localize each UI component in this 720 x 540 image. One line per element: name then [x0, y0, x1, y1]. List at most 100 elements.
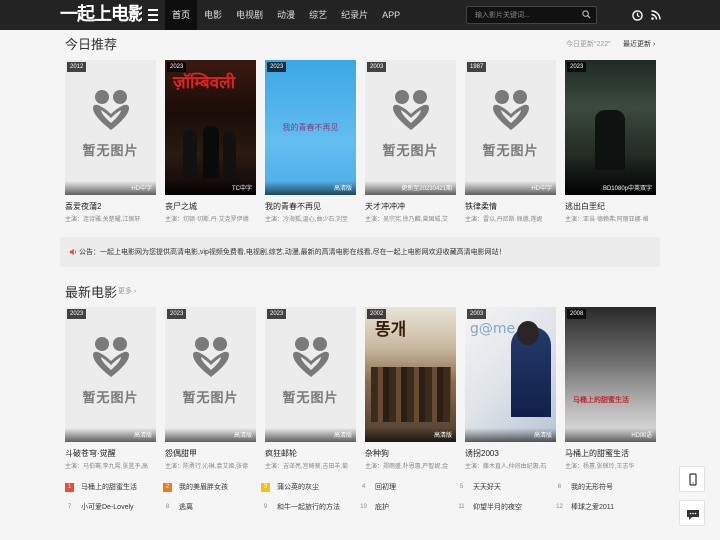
quality-badge: TC中字	[165, 181, 256, 195]
ranking-item[interactable]: 6 我的无形符号	[555, 482, 613, 494]
search-icon[interactable]	[582, 10, 591, 19]
movie-title[interactable]: 丧尸之城	[165, 201, 256, 212]
ranking-item[interactable]: 9 和牛一起旅行的方法	[261, 502, 340, 514]
nav-app[interactable]: APP	[375, 0, 407, 30]
movie-card[interactable]: 똥개 2002 高清版 杂种狗 主演：郑雨盛,朴恩惠,严智妮,金	[365, 307, 456, 470]
movie-cast: 主演：陈勇行,沁琳,袁艾姬,张德	[165, 464, 249, 470]
movie-card[interactable]: 暂无图片 2003 更新至20230421期 天才冲冲冲 主演：吴宗宪,徐乃麟,曾国城,…	[365, 60, 456, 223]
quality-badge: 更新至20230421期	[365, 181, 456, 195]
rank-number: 2	[163, 482, 172, 492]
quality-badge: 高清版	[365, 428, 456, 442]
quality-badge: 高清版	[465, 428, 556, 442]
ranking-item[interactable]: 5 天天好天	[457, 482, 501, 494]
no-image-label: 暂无图片	[82, 391, 139, 406]
more-link[interactable]: 更多 ›	[118, 286, 136, 296]
ranking-item[interactable]: 11 仰望半月的夜空	[457, 502, 522, 514]
rank-title[interactable]: 庇护	[375, 504, 389, 511]
movie-title[interactable]: 天才冲冲冲	[365, 201, 456, 212]
movie-cast: 主演：吉泽亮,宫崎葵,吉田羊,菊	[265, 464, 349, 470]
year-badge: 2023	[167, 309, 187, 319]
rank-title[interactable]: 蒲公英的灰尘	[277, 484, 319, 491]
movie-card[interactable]: g@me. 2003 高清版 诱拐2003 主演：藤木直人,仲间由纪惠,石	[465, 307, 556, 470]
search-box	[466, 6, 597, 24]
no-image-placeholder: 暂无图片	[265, 307, 356, 442]
movie-poster[interactable]: 暂无图片 2023 高清版	[265, 307, 356, 442]
recent-updates-link[interactable]: 最近更新 ›	[623, 39, 655, 49]
movie-card[interactable]: 我的青春不再见 2023 高清版 我的青春不再见 主演：冷海狐,温心,曲少石,刘至	[265, 60, 356, 223]
nav-documentary[interactable]: 纪录片	[334, 0, 375, 30]
quality-badge: HD中字	[65, 181, 156, 195]
movie-title[interactable]: 我的青春不再见	[265, 201, 356, 212]
hamburger-menu-icon[interactable]	[148, 9, 158, 21]
movie-poster[interactable]: 똥개 2002 高清版	[365, 307, 456, 442]
movie-poster[interactable]: 暂无图片 2023 高清版	[165, 307, 256, 442]
movie-title[interactable]: 杂种狗	[365, 448, 456, 459]
nav-tv[interactable]: 电视剧	[229, 0, 270, 30]
ranking-item[interactable]: 10 庇护	[359, 502, 389, 514]
ranking-item[interactable]: 7 小可爱De-Lovely	[65, 502, 134, 514]
history-clock-icon[interactable]	[632, 10, 643, 21]
rank-number: 9	[263, 503, 268, 510]
movie-poster[interactable]: 暂无图片 1987 HD中字	[465, 60, 556, 195]
rank-title[interactable]: 天天好天	[473, 484, 501, 491]
placeholder-heart-icon	[193, 337, 229, 377]
feedback-button[interactable]	[679, 500, 705, 526]
ranking-item[interactable]: 3 蒲公英的灰尘	[261, 482, 319, 494]
poster-text: g@me.	[470, 321, 520, 337]
poster-text: 我的青春不再见	[282, 123, 339, 132]
movie-title[interactable]: 怨偶甜甲	[165, 448, 256, 459]
movie-card[interactable]: ज़ॉम्बिवली 2023 TC中字 丧尸之城 主演：切顿·切斯,丹·艾克罗伊德	[165, 60, 256, 223]
movie-poster[interactable]: ज़ॉम्बिवली 2023 TC中字	[165, 60, 256, 195]
movie-poster[interactable]: 暂无图片 2012 HD中字	[65, 60, 156, 195]
rank-title[interactable]: 我的美眉胖女孩	[179, 484, 228, 491]
rank-title[interactable]: 回初理	[375, 484, 396, 491]
movie-title[interactable]: 喜爱夜蒲2	[65, 201, 156, 212]
movie-title[interactable]: 疯狂邮轮	[265, 448, 356, 459]
nav-home[interactable]: 首页	[165, 0, 198, 30]
rank-number: 3	[261, 482, 270, 492]
movie-poster[interactable]: 马桶上的甜蜜生活 2008 HD国语	[565, 307, 656, 442]
poster-image: 我的青春不再见	[265, 60, 356, 195]
quality-badge: 高清版	[265, 181, 356, 195]
ranking-item[interactable]: 8 逃离	[163, 502, 193, 514]
movie-card[interactable]: 暂无图片 2023 高清版怨偶甜甲主演：陈勇行,沁琳,袁艾姬,张德	[165, 307, 256, 470]
movie-poster[interactable]: 暂无图片 2023 高清版	[65, 307, 156, 442]
movie-poster[interactable]: 暂无图片 2003 更新至20230421期	[365, 60, 456, 195]
movie-card[interactable]: 暂无图片 2023 高清版疯狂邮轮主演：吉泽亮,宫崎葵,吉田羊,菊	[265, 307, 356, 470]
rank-title[interactable]: 和牛一起旅行的方法	[277, 504, 340, 511]
no-image-placeholder: 暂无图片	[65, 307, 156, 442]
mobile-view-button[interactable]	[679, 466, 705, 492]
nav-variety[interactable]: 综艺	[302, 0, 334, 30]
rank-title[interactable]: 仰望半月的夜空	[473, 504, 522, 511]
site-logo[interactable]: 一起上电影	[60, 2, 142, 28]
rank-title[interactable]: 逃离	[179, 504, 193, 511]
movie-title[interactable]: 马桶上的甜蜜生活	[565, 448, 656, 459]
rank-title[interactable]: 马桶上的甜蜜生活	[81, 484, 137, 491]
movie-title[interactable]: 斗破苍穹·觉醒	[65, 448, 156, 459]
nav-anime[interactable]: 动漫	[270, 0, 302, 30]
movie-poster[interactable]: g@me. 2003 高清版	[465, 307, 556, 442]
search-input[interactable]	[467, 7, 577, 23]
ranking-item[interactable]: 2 我的美眉胖女孩	[163, 482, 228, 494]
ranking-item[interactable]: 4 回初理	[359, 482, 396, 494]
movie-poster[interactable]: 我的青春不再见 2023 高清版	[265, 60, 356, 195]
rank-title[interactable]: 棒球之爱2011	[571, 504, 614, 511]
ranking-item[interactable]: 12 棒球之爱2011	[555, 502, 614, 514]
rank-title[interactable]: 小可爱De-Lovely	[81, 504, 134, 511]
movie-card[interactable]: 马桶上的甜蜜生活 2008 HD国语 马桶上的甜蜜生活 主演：杨蕙,张佩玲,王志华	[565, 307, 656, 470]
nav-movies[interactable]: 电影	[197, 0, 229, 30]
movie-card[interactable]: 2023 BD1080p中英双字 逃出白垩纪 主演：亚当·德赖弗,阿丽亚娜·格	[565, 60, 656, 223]
movie-card[interactable]: 暂无图片 2012 HD中字 喜爱夜蒲2 主演：连诗雅,关楚耀,江佩轩	[65, 60, 156, 223]
speaker-icon	[69, 248, 76, 256]
rank-title[interactable]: 我的无形符号	[571, 484, 613, 491]
movie-title[interactable]: 逃出白垩纪	[565, 201, 656, 212]
ranking-item[interactable]: 1 马桶上的甜蜜生活	[65, 482, 137, 494]
movie-poster[interactable]: 2023 BD1080p中英双字	[565, 60, 656, 195]
movie-card[interactable]: 暂无图片 2023 高清版 斗破苍穹·觉醒 主演：马伯骞,李九霄,张蓝予,高	[65, 307, 156, 470]
year-badge: 2002	[367, 309, 387, 319]
movie-card[interactable]: 暂无图片 1987 HD中字 铁律柔情 主演：雷以,丹尼斯·佩德,莲妮	[465, 60, 556, 223]
movie-title[interactable]: 诱拐2003	[465, 448, 556, 459]
movie-title[interactable]: 铁律柔情	[465, 201, 556, 212]
rss-icon[interactable]	[651, 10, 661, 20]
rank-number: 7	[67, 503, 72, 510]
